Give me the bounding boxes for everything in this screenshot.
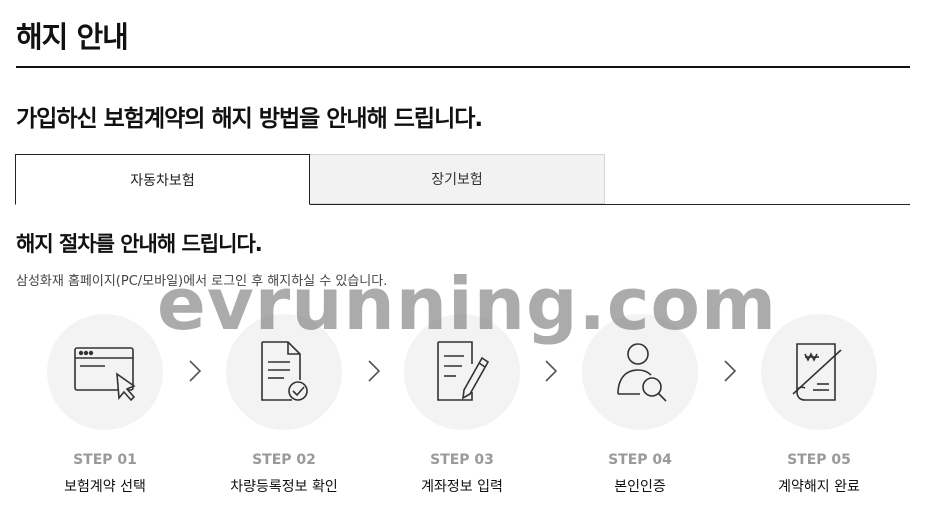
procedure-note: 삼성화재 홈페이지(PC/모바일)에서 로그인 후 해지하실 수 있습니다. (16, 274, 388, 289)
step-3: STEP 03 계좌정보 입력 (372, 314, 552, 496)
page-title: 해지 안내 (16, 20, 129, 54)
step-2: STEP 02 차량등록정보 확인 (194, 314, 374, 496)
browser-cursor-icon (74, 347, 136, 402)
step-2-label: 차량등록정보 확인 (230, 479, 338, 495)
step-5-number: STEP 05 (787, 452, 851, 468)
step-4-circle (582, 314, 698, 430)
step-2-circle (226, 314, 342, 430)
step-2-number: STEP 02 (252, 452, 316, 468)
step-3-circle (404, 314, 520, 430)
document-pen-icon (437, 341, 490, 401)
document-check-icon (261, 341, 308, 401)
product-tabs: 자동차보험 장기보험 (15, 154, 910, 206)
step-5: STEP 05 계약해지 완료 (729, 314, 909, 496)
tab-long-term-insurance[interactable]: 장기보험 (310, 154, 605, 204)
step-4: STEP 04 본인인증 (550, 314, 730, 496)
step-5-label: 계약해지 완료 (778, 479, 860, 495)
title-divider (16, 66, 910, 68)
tab-auto-insurance[interactable]: 자동차보험 (15, 154, 310, 205)
user-search-icon (617, 343, 667, 402)
cancelled-contract-icon (792, 343, 842, 401)
step-3-number: STEP 03 (430, 452, 494, 468)
intro-lead: 가입하신 보험계약의 해지 방법을 안내해 드립니다. (16, 106, 483, 132)
step-5-circle (761, 314, 877, 430)
step-4-number: STEP 04 (608, 452, 672, 468)
step-1: STEP 01 보험계약 선택 (15, 314, 195, 496)
procedure-heading: 해지 절차를 안내해 드립니다. (16, 232, 263, 256)
step-3-label: 계좌정보 입력 (421, 479, 503, 495)
step-1-number: STEP 01 (73, 452, 137, 468)
step-1-circle (47, 314, 163, 430)
step-4-label: 본인인증 (614, 479, 666, 495)
step-1-label: 보험계약 선택 (64, 479, 146, 495)
